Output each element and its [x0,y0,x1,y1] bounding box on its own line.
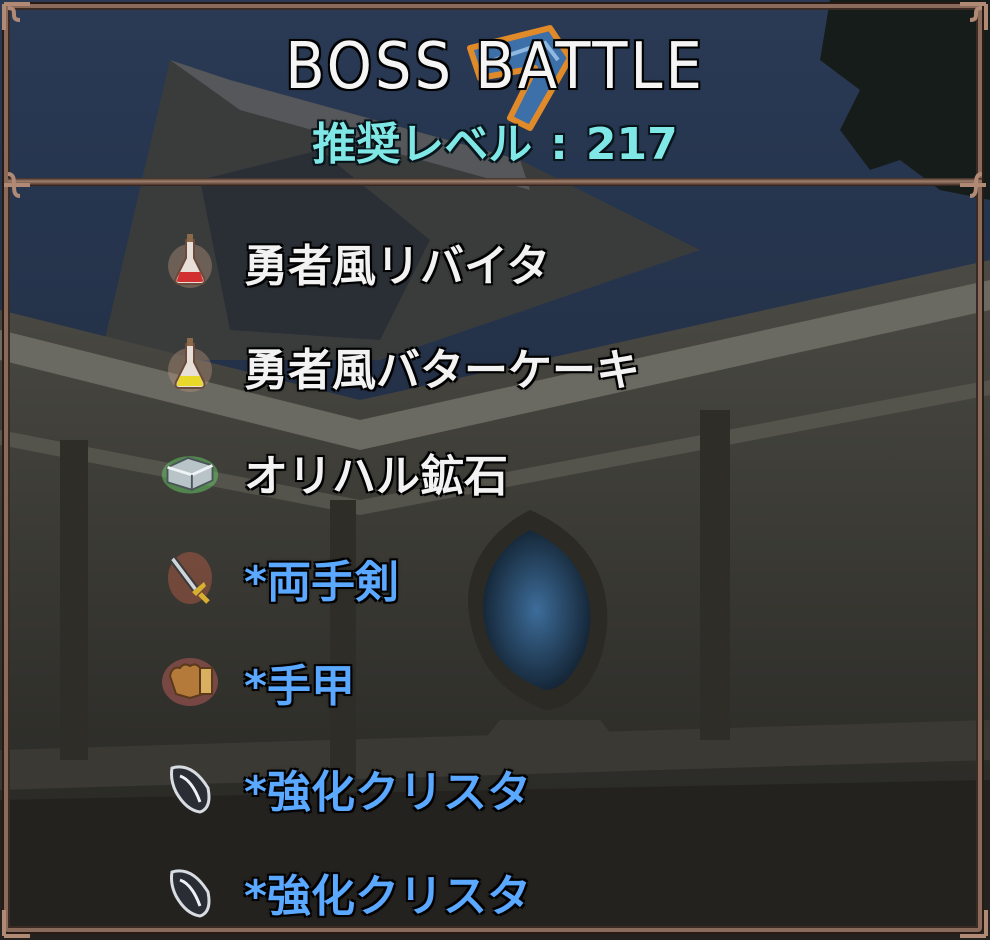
corner-ornament-icon [960,2,988,30]
page-title: BOSS BATTLE [285,30,705,104]
red-potion-icon [160,232,220,292]
crystal-icon [160,758,220,818]
reward-item[interactable]: *強化クリスタ [160,748,531,828]
corner-ornament-icon [960,172,986,198]
reward-item[interactable]: 勇者風バターケーキ [160,326,640,406]
ore-ingot-icon [160,442,220,502]
reward-label: *強化クリスタ [244,871,532,922]
yellow-potion-icon [160,336,220,396]
reward-item[interactable]: *手甲 [160,642,355,722]
level-label: 推奨レベル [312,119,533,170]
recommended-level: 推奨レベル:217 [0,108,990,172]
reward-label: 勇者風リバイタ [244,241,551,292]
reward-item[interactable]: 勇者風リバイタ [160,222,550,302]
level-value: 217 [585,119,678,170]
reward-label: *強化クリスタ [244,767,532,818]
corner-ornament-icon [960,910,988,938]
reward-label: *両手剣 [244,557,400,608]
reward-label: 勇者風バターケーキ [244,345,640,396]
reward-item[interactable]: *両手剣 [160,538,399,618]
reward-item[interactable]: *強化クリスタ [160,852,531,932]
reward-label: オリハル鉱石 [244,451,508,502]
reward-label: *手甲 [244,661,356,712]
gauntlet-icon [160,652,220,712]
reward-item[interactable]: オリハル鉱石 [160,432,508,512]
corner-ornament-icon [2,2,30,30]
level-separator: : [550,119,568,170]
corner-ornament-icon [4,172,30,198]
corner-ornament-icon [2,910,30,938]
sword-icon [160,548,220,608]
crystal-icon [160,862,220,922]
header-divider [8,178,982,186]
